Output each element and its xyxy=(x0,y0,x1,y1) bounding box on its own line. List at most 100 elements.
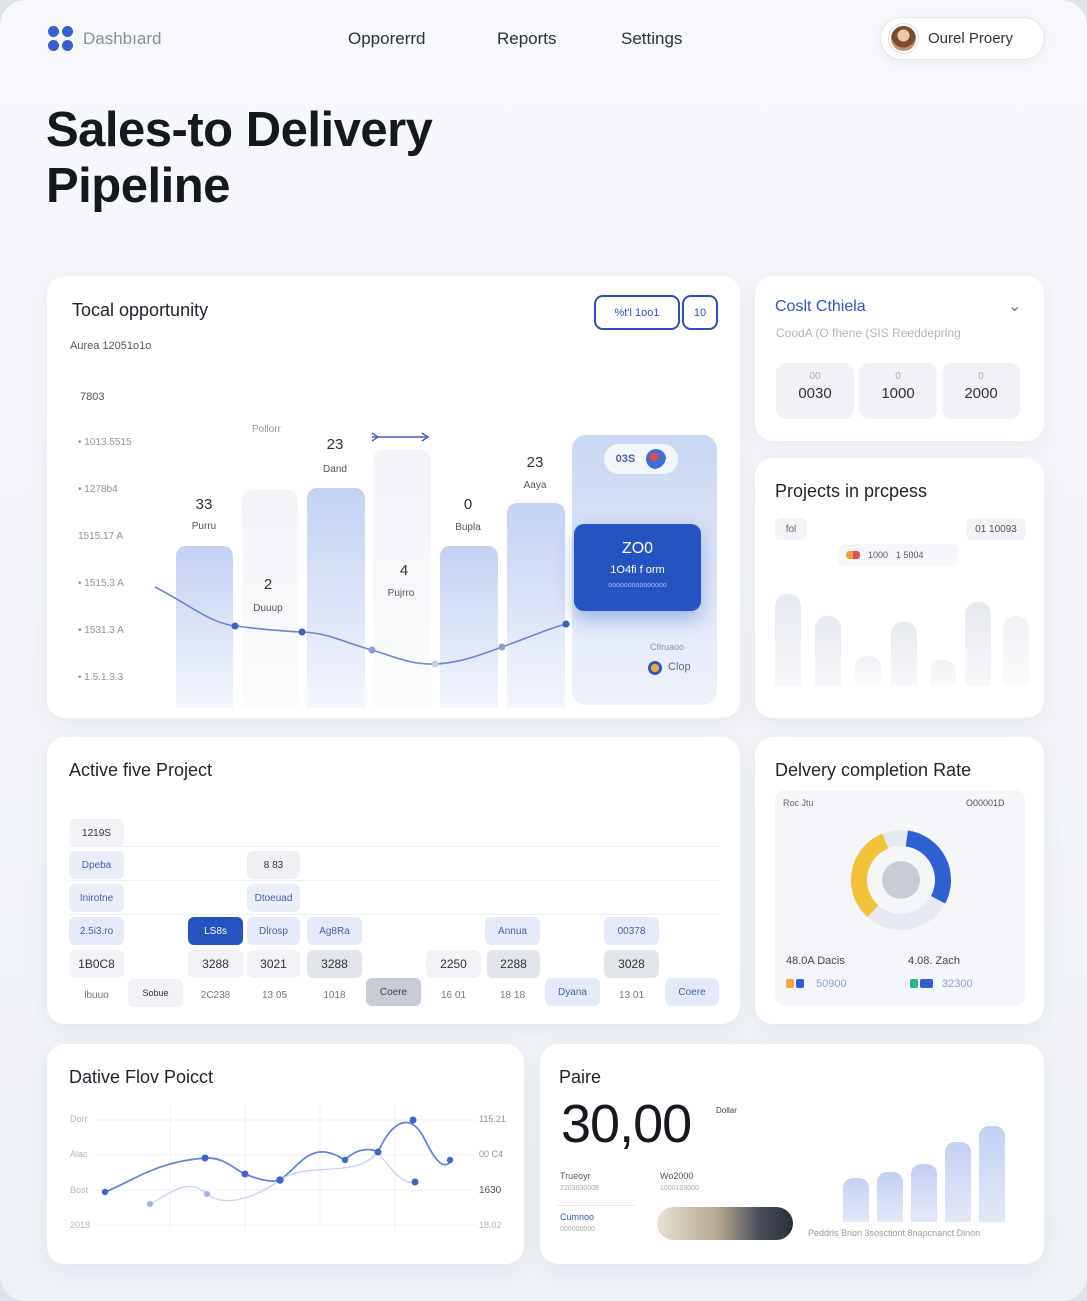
project-chip[interactable]: 3021 xyxy=(247,950,300,978)
trend-point[interactable] xyxy=(431,660,439,668)
paid-bar[interactable] xyxy=(945,1142,971,1222)
nav-opportunities[interactable]: Opporerrd xyxy=(348,29,425,49)
project-chip[interactable]: lbuuo xyxy=(69,981,124,1009)
project-chip[interactable]: Ag8Ra xyxy=(307,917,362,945)
paid-bar[interactable] xyxy=(911,1164,937,1222)
projects-left-tag[interactable]: fol xyxy=(775,518,807,540)
delivery-legend-value: 50900 xyxy=(816,978,847,990)
flow-point[interactable] xyxy=(241,1170,249,1178)
projects-right-tag[interactable]: 01 10093 xyxy=(966,518,1026,540)
flow-point[interactable] xyxy=(409,1116,417,1124)
trend-point[interactable] xyxy=(298,628,306,636)
project-chip[interactable]: Dtoeuad xyxy=(247,884,300,912)
legend-top-label: Cfiruaoo xyxy=(650,642,685,652)
nav-settings[interactable]: Settings xyxy=(621,29,682,49)
callout-card[interactable]: ZO0 1O4fi f orm ooooooooooooooo xyxy=(574,524,701,611)
project-chip[interactable]: Sobue xyxy=(128,979,183,1007)
cost-stat[interactable]: 0 2000 xyxy=(942,363,1020,419)
projects-title: Projects in prcpess xyxy=(775,481,928,501)
flow-point[interactable] xyxy=(147,1201,153,1207)
trend-point[interactable] xyxy=(368,646,376,654)
project-chip[interactable]: 1B0C8 xyxy=(69,950,124,978)
project-chip[interactable]: Dyana xyxy=(545,978,600,1006)
projects-bar[interactable] xyxy=(815,616,841,686)
paid-label-2: Wo2000 xyxy=(660,1171,694,1181)
project-chip[interactable]: 1018 xyxy=(307,981,362,1009)
flow-point[interactable] xyxy=(101,1188,109,1196)
grid-line xyxy=(68,846,718,847)
page-title-line-1: Sales-to Delivery xyxy=(46,103,433,157)
project-chip[interactable]: 3288 xyxy=(188,950,243,978)
flow-point[interactable] xyxy=(411,1178,419,1186)
projects-legend: 1000 1 5004 xyxy=(838,544,958,566)
flow-title: Dative Flov Poicct xyxy=(69,1067,214,1087)
project-chip[interactable]: 13 05 xyxy=(247,981,302,1009)
projects-bar[interactable] xyxy=(965,602,991,686)
project-chip[interactable]: 16 01 xyxy=(426,981,481,1009)
nav-reports[interactable]: Reports xyxy=(497,29,557,49)
page-title: Sales-to Delivery Pipeline xyxy=(46,102,433,214)
projects-bar[interactable] xyxy=(930,660,956,686)
period-button[interactable]: 10 xyxy=(682,295,718,330)
project-chip[interactable]: Coere xyxy=(665,978,719,1006)
paid-bar[interactable] xyxy=(843,1178,869,1222)
project-chip[interactable]: 1219S xyxy=(69,819,124,847)
project-chip[interactable]: Inirotne xyxy=(69,884,124,912)
legend-item: 1 5004 xyxy=(896,550,924,560)
project-chip[interactable]: 2.5i3.ro xyxy=(69,917,124,945)
flow-point[interactable] xyxy=(204,1191,210,1197)
paid-footer: Peddrls Brion 3sosctiont 8napcnanct Dino… xyxy=(808,1228,981,1238)
paid-thumbnail-image[interactable] xyxy=(657,1207,793,1240)
donut-segment-yellow[interactable] xyxy=(851,833,889,918)
user-menu[interactable]: Ourel Proery xyxy=(880,17,1045,60)
highlight-tag[interactable]: 03S xyxy=(604,444,678,474)
project-chip-selected[interactable]: LS8s xyxy=(188,917,243,945)
legend-swatch-icon xyxy=(846,551,860,559)
project-chip[interactable]: 3028 xyxy=(604,950,659,978)
paid-bar[interactable] xyxy=(979,1126,1005,1222)
flow-point[interactable] xyxy=(446,1156,454,1164)
avatar xyxy=(889,24,918,53)
flow-point[interactable] xyxy=(341,1156,349,1164)
flow-point[interactable] xyxy=(374,1148,382,1156)
legend-swatch-icon xyxy=(920,979,933,988)
flow-point[interactable] xyxy=(201,1154,209,1162)
trend-point[interactable] xyxy=(562,620,570,628)
cost-stat[interactable]: 0 1000 xyxy=(859,363,937,419)
project-chip[interactable]: Dpeba xyxy=(69,851,124,879)
project-chip[interactable]: 18 18 xyxy=(485,981,540,1009)
opportunity-title: Tocal opportunity xyxy=(72,300,209,320)
top-bar: Dashbıard Opporerrd Reports Settings Our… xyxy=(0,0,1087,80)
project-chip[interactable]: 2288 xyxy=(487,950,540,978)
flow-y-label: Bost xyxy=(70,1185,89,1195)
flow-point[interactable] xyxy=(276,1176,284,1184)
project-chip[interactable]: Dlrosp xyxy=(247,917,300,945)
paid-bar[interactable] xyxy=(877,1172,903,1222)
trend-point[interactable] xyxy=(498,643,506,651)
range-button[interactable]: %t'l 1oo1 xyxy=(594,295,680,330)
project-chip[interactable]: 13 01 xyxy=(604,981,659,1009)
projects-bar[interactable] xyxy=(1003,616,1029,686)
chevron-down-icon[interactable]: ⌄ xyxy=(1008,296,1021,316)
flow-y-label: 2018 xyxy=(70,1220,91,1230)
project-chip[interactable]: 2250 xyxy=(426,950,481,978)
cost-stat[interactable]: 00 0030 xyxy=(776,363,854,419)
project-chip[interactable]: 2C238 xyxy=(188,981,243,1009)
paid-link[interactable]: Cumnoo xyxy=(560,1212,594,1222)
flow-y-label: Dorr xyxy=(70,1114,88,1124)
app-frame: Dashbıard Opporerrd Reports Settings Our… xyxy=(0,0,1087,1301)
cost-subtitle: CoodA (O fhene (SIS Reeddeprlng xyxy=(776,326,961,340)
project-chip[interactable]: 00378 xyxy=(604,917,659,945)
project-chip[interactable]: Coere xyxy=(366,978,421,1006)
legend-swatch-icon xyxy=(910,979,918,988)
cost-stat-value: 2000 xyxy=(964,385,998,402)
projects-bar[interactable] xyxy=(855,656,881,686)
brand[interactable]: Dashbıard xyxy=(48,26,161,51)
projects-bar[interactable] xyxy=(891,622,917,686)
projects-bar[interactable] xyxy=(775,594,801,686)
grid-line xyxy=(68,880,718,881)
project-chip[interactable]: 8 83 xyxy=(247,851,300,879)
trend-point[interactable] xyxy=(231,622,239,630)
project-chip[interactable]: Annua xyxy=(485,917,540,945)
project-chip[interactable]: 3288 xyxy=(307,950,362,978)
